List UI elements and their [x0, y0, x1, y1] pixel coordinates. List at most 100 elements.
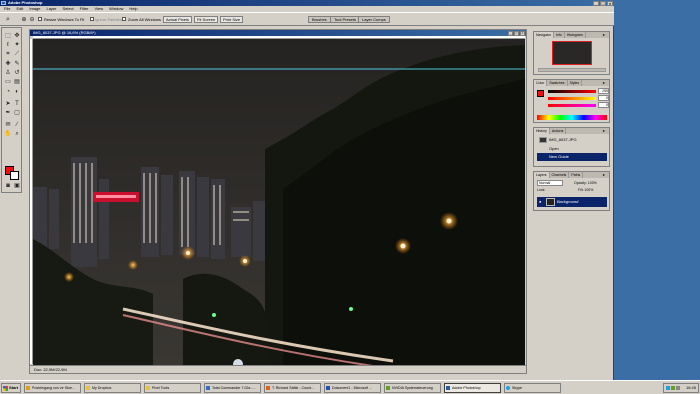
- lasso-tool-icon[interactable]: ℓ: [4, 41, 12, 49]
- blue-slider[interactable]: [548, 104, 596, 107]
- word-icon: [326, 386, 330, 390]
- layer-name: Background: [557, 199, 579, 204]
- snapshot-label: IMG_8037.JPG: [549, 137, 577, 142]
- tab-info[interactable]: Info: [554, 32, 565, 38]
- close-button[interactable]: ×: [607, 0, 613, 6]
- blend-mode-select[interactable]: Normal: [537, 180, 563, 186]
- zoom-in-icon[interactable]: ⊕: [20, 16, 28, 24]
- tab-histogram[interactable]: Histogram: [565, 32, 586, 38]
- notes-tool-icon[interactable]: ✉: [4, 121, 12, 129]
- nvidia-tray-icon[interactable]: [671, 386, 675, 390]
- tab-swatches[interactable]: Swatches: [547, 80, 568, 86]
- history-item-new-guide[interactable]: New Guide: [537, 153, 607, 161]
- blur-tool-icon[interactable]: ◔: [4, 88, 12, 96]
- maximize-button[interactable]: □: [600, 0, 606, 6]
- task-skype[interactable]: Skype: [504, 383, 561, 393]
- task-label: Posteingang von ve Stue...: [32, 386, 75, 390]
- zoom-out-icon[interactable]: ⊖: [28, 16, 36, 24]
- photo-canvas[interactable]: [33, 39, 525, 366]
- photoshop-window: Adobe Photoshop _ □ × File Edit Image La…: [0, 0, 614, 380]
- doc-close-button[interactable]: ×: [520, 30, 525, 36]
- task-dropbox[interactable]: My Dropbox: [84, 383, 141, 393]
- color-spectrum-bar[interactable]: [537, 115, 607, 120]
- tab-actions[interactable]: Actions: [550, 128, 567, 134]
- actual-pixels-button[interactable]: Actual Pixels: [163, 16, 192, 23]
- tab-navigator[interactable]: Navigator: [534, 32, 554, 38]
- layer-comps-tab[interactable]: Layer Comps: [358, 16, 390, 23]
- tab-paths[interactable]: Paths: [569, 172, 584, 178]
- eraser-tool-icon[interactable]: ▭: [4, 78, 12, 86]
- opacity-field[interactable]: Opacity: 100%: [574, 181, 597, 186]
- minimize-button[interactable]: _: [593, 0, 599, 6]
- shape-tool-icon[interactable]: ▢: [13, 109, 21, 117]
- green-slider[interactable]: [548, 97, 596, 100]
- crop-tool-icon[interactable]: ⌗: [4, 50, 12, 58]
- screen-mode-icon[interactable]: ▣: [13, 182, 21, 190]
- resize-windows-checkbox[interactable]: [38, 17, 42, 21]
- zoom-all-checkbox[interactable]: [122, 17, 126, 21]
- green-value[interactable]: 0: [598, 95, 609, 101]
- tab-styles[interactable]: Styles: [568, 80, 583, 86]
- layer-background[interactable]: ● Background: [537, 197, 607, 207]
- hand-tool-icon[interactable]: ✋: [4, 130, 12, 138]
- clock[interactable]: 16:45: [686, 385, 696, 390]
- history-snapshot[interactable]: IMG_8037.JPG: [537, 136, 607, 144]
- start-button[interactable]: Start: [1, 383, 21, 393]
- tab-layers[interactable]: Layers: [534, 172, 550, 178]
- marquee-tool-icon[interactable]: ⬚: [4, 32, 12, 40]
- tab-color[interactable]: Color: [534, 80, 548, 86]
- pen-tool-icon[interactable]: ✒: [4, 109, 12, 117]
- move-tool-icon[interactable]: ✥: [13, 32, 21, 40]
- task-total-commander[interactable]: Total Commander 7.02a -...: [204, 383, 261, 393]
- slice-tool-icon[interactable]: ⟋: [13, 50, 21, 58]
- doc-minimize-button[interactable]: _: [508, 30, 513, 36]
- blue-value[interactable]: 0: [598, 102, 609, 108]
- navigator-zoom-slider[interactable]: [538, 68, 606, 72]
- dodge-tool-icon[interactable]: ◐: [13, 88, 21, 96]
- task-word[interactable]: Dokument1 - Microsoft ...: [324, 383, 381, 393]
- zoom-tool-icon[interactable]: ⌕: [4, 16, 12, 24]
- fill-field[interactable]: Fill: 100%: [578, 188, 593, 193]
- red-slider[interactable]: [548, 90, 596, 93]
- print-size-button[interactable]: Print Size: [220, 16, 244, 23]
- doc-maximize-button[interactable]: □: [514, 30, 519, 36]
- palette-menu-icon[interactable]: ▸: [603, 33, 607, 37]
- task-pixel-tools[interactable]: Pixel Tools: [144, 383, 201, 393]
- color-fg-swatch[interactable]: [537, 90, 544, 97]
- healing-brush-tool-icon[interactable]: ✚: [4, 60, 12, 68]
- zoom-tool-box-icon[interactable]: ⌕: [13, 130, 21, 138]
- system-tray: 16:45: [663, 383, 699, 393]
- eyedropper-tool-icon[interactable]: ⁄: [13, 121, 21, 129]
- history-item-open[interactable]: Open: [537, 145, 607, 153]
- brushes-tab[interactable]: Brushes: [308, 16, 331, 23]
- task-nvidia[interactable]: NVIDIA Systemsteuerung: [384, 383, 441, 393]
- path-selection-tool-icon[interactable]: ➤: [4, 100, 12, 108]
- palette-menu-icon[interactable]: ▸: [603, 173, 607, 177]
- eye-icon[interactable]: ●: [539, 200, 544, 204]
- history-brush-tool-icon[interactable]: ↺: [13, 69, 21, 77]
- task-mail[interactable]: Posteingang von ve Stue...: [24, 383, 81, 393]
- ignore-palettes-checkbox[interactable]: [90, 17, 94, 21]
- task-label: T. Richard Sättle - Count...: [272, 386, 315, 390]
- palette-menu-icon[interactable]: ▸: [603, 129, 607, 133]
- windows-logo-icon: [3, 386, 8, 391]
- type-tool-icon[interactable]: T: [13, 100, 21, 108]
- gradient-tool-icon[interactable]: ▤: [13, 78, 21, 86]
- background-color-swatch[interactable]: [10, 171, 19, 180]
- skype-tray-icon[interactable]: [666, 386, 670, 390]
- task-browser[interactable]: T. Richard Sättle - Count...: [264, 383, 321, 393]
- volume-icon[interactable]: [676, 386, 680, 390]
- task-photoshop[interactable]: Adobe Photoshop: [444, 383, 501, 393]
- red-value[interactable]: 255: [598, 88, 609, 94]
- tool-presets-tab[interactable]: Tool Presets: [330, 16, 361, 23]
- quick-mask-icon[interactable]: ◙: [4, 182, 12, 190]
- palette-menu-icon[interactable]: ▸: [603, 81, 607, 85]
- navigator-preview[interactable]: [552, 41, 592, 65]
- doc-size-readout: Doc: 22,9M/22,9M: [34, 367, 67, 372]
- magic-wand-tool-icon[interactable]: ✦: [13, 41, 21, 49]
- brush-tool-icon[interactable]: ✎: [13, 60, 21, 68]
- fit-screen-button[interactable]: Fit Screen: [194, 16, 219, 23]
- tab-channels[interactable]: Channels: [550, 172, 570, 178]
- tab-history[interactable]: History: [534, 128, 550, 134]
- clone-stamp-tool-icon[interactable]: ♙: [4, 69, 12, 77]
